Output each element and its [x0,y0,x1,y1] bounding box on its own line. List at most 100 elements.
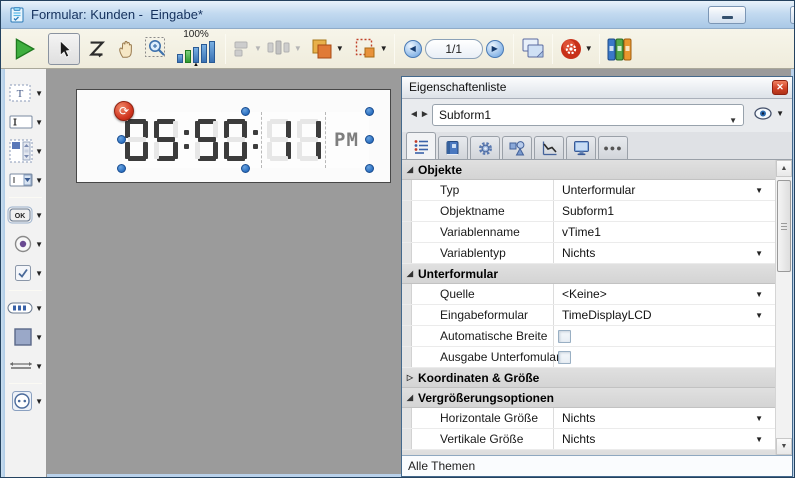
scroll-down-arrow[interactable]: ▼ [776,438,792,455]
selection-handle-right[interactable] [365,135,374,144]
expand-icon[interactable]: ▷ [402,373,418,382]
chevron-down-icon[interactable]: ▼ [755,414,763,423]
property-value[interactable]: Nichts [562,429,595,450]
tab-chart[interactable] [534,136,564,159]
segmented-tool-dropdown-arrow[interactable]: ▼ [35,304,43,313]
maximize-button[interactable] [790,6,795,24]
sidebar-item-text-field-tool[interactable]: ▼ [7,109,46,135]
property-value[interactable]: vTime1 [562,222,601,243]
prev-next-object-arrows[interactable]: ◄► [409,109,431,120]
selection-handle-bottom-right[interactable] [365,164,374,173]
tab-settings[interactable] [470,136,500,159]
section-header-objekte[interactable]: ◢Objekte [402,160,775,180]
section-header-vergr-erungsoptionen[interactable]: ◢Vergrößerungsoptionen [402,388,775,408]
options-button[interactable] [559,33,583,65]
page-indicator[interactable]: 1/1 [425,39,483,59]
minimize-button[interactable] [708,6,746,24]
prev-page-button[interactable]: ◀ [404,40,422,58]
options-dropdown-arrow[interactable]: ▼ [585,44,593,53]
tab-shapes[interactable] [502,136,532,159]
chevron-down-icon[interactable]: ▼ [755,311,763,320]
run-button[interactable] [11,33,37,65]
chevron-down-icon[interactable]: ▼ [755,249,763,258]
collapse-icon[interactable]: ◢ [402,393,418,402]
tab-book[interactable] [438,136,468,159]
help-library-button[interactable] [606,33,634,65]
selection-handle-top-right[interactable] [365,107,374,116]
property-row-quelle[interactable]: Quelle<Keine>▼ [402,284,775,305]
property-row-typ[interactable]: TypUnterformular▼ [402,180,775,201]
property-value[interactable]: TimeDisplayLCD [562,305,652,326]
tab-properties-list[interactable] [406,132,436,159]
checkbox-tool-dropdown-arrow[interactable]: ▼ [35,269,43,278]
tab-more[interactable]: ●●● [598,136,628,159]
chevron-down-icon[interactable]: ▼ [755,186,763,195]
selection-handle-bottom-left[interactable] [117,164,126,173]
tab-order-button[interactable] [83,33,111,65]
selection-mode-button[interactable] [354,33,378,65]
combo-box-tool-dropdown-arrow[interactable]: ▼ [35,176,43,185]
tab-display[interactable] [566,136,596,159]
sidebar-item-line-tool[interactable]: ▼ [7,353,46,379]
scroll-up-arrow[interactable]: ▲ [776,160,792,177]
radio-button-tool-dropdown-arrow[interactable]: ▼ [35,240,43,249]
grid-scrollbar[interactable]: ▲ ▼ [775,160,792,455]
sidebar-item-radio-button-tool[interactable]: ▼ [7,231,46,257]
bring-to-front-dropdown-arrow[interactable]: ▼ [336,44,344,53]
label-tool-dropdown-arrow[interactable]: ▼ [35,89,43,98]
property-value[interactable]: Nichts [562,408,595,429]
object-selector-combo[interactable]: Subform1 ▼ [432,104,744,126]
rectangle-tool-dropdown-arrow[interactable]: ▼ [35,333,43,342]
property-row-eingabeformular[interactable]: EingabeformularTimeDisplayLCD▼ [402,305,775,326]
selection-handle-bottom[interactable] [241,164,250,173]
property-value[interactable]: Unterformular [562,180,635,201]
close-icon[interactable]: ✕ [772,80,788,95]
checkbox-ausgabe-unterfomular[interactable] [558,351,571,364]
sidebar-item-button-tool[interactable]: OK ▼ [7,202,46,228]
sidebar-item-subform-tool[interactable]: ▼ [7,388,46,414]
sidebar-item-label-tool[interactable]: T ▼ [7,80,46,106]
window-layers-button[interactable] [520,33,546,65]
property-row-variablenname[interactable]: VariablennamevTime1 [402,222,775,243]
subform-tool-dropdown-arrow[interactable]: ▼ [35,397,43,406]
chevron-down-icon[interactable]: ▼ [755,290,763,299]
select-tool-button[interactable] [48,33,80,65]
property-value[interactable]: <Keine> [562,284,607,305]
list-box-tool-dropdown-arrow[interactable]: ▼ [35,147,43,156]
pan-button[interactable] [111,33,141,65]
properties-panel-header[interactable]: Eigenschaftenliste ✕ [402,77,792,99]
checkbox-automatische-breite[interactable] [558,330,571,343]
property-row-objektname[interactable]: ObjektnameSubform1 [402,201,775,222]
bring-to-front-button[interactable] [310,33,334,65]
button-tool-dropdown-arrow[interactable]: ▼ [35,211,43,220]
text-field-tool-dropdown-arrow[interactable]: ▼ [35,118,43,127]
sidebar-item-list-box-tool[interactable]: ▼ [7,138,46,164]
section-header-unterformular[interactable]: ◢Unterformular [402,264,775,284]
selection-mode-dropdown-arrow[interactable]: ▼ [380,44,388,53]
sidebar-item-combo-box-tool[interactable]: ▼ [7,167,46,193]
selection-handle-left[interactable] [117,135,126,144]
visibility-filter-button[interactable]: ▼ [754,107,784,120]
scroll-thumb[interactable] [777,180,791,272]
section-header-koordinaten-gr-e[interactable]: ▷Koordinaten & Größe [402,368,775,388]
line-tool-dropdown-arrow[interactable]: ▼ [35,362,43,371]
sidebar-item-rectangle-tool[interactable]: ▼ [7,324,46,350]
zoom-level-control[interactable]: 100% ▲ [177,30,215,68]
sidebar-item-checkbox-tool[interactable]: ▼ [7,260,46,286]
collapse-icon[interactable]: ◢ [402,165,418,174]
form-page[interactable]: PM ⟳ [76,89,391,183]
property-value[interactable]: Nichts [562,243,595,264]
sidebar-item-segmented-tool[interactable]: ▼ [7,295,46,321]
property-value[interactable]: Subform1 [562,201,614,222]
property-row-vertikale-gr-e[interactable]: Vertikale GrößeNichts▼ [402,429,775,450]
property-row-horizontale-gr-e[interactable]: Horizontale GrößeNichts▼ [402,408,775,429]
next-page-button[interactable]: ▶ [486,40,504,58]
property-row-ausgabe-unterfomular[interactable]: Ausgabe Unterfomular [402,347,775,368]
property-row-automatische-breite[interactable]: Automatische Breite [402,326,775,347]
zoom-tool-button[interactable] [141,33,173,65]
collapse-icon[interactable]: ◢ [402,269,418,278]
selection-handle-top[interactable] [241,107,250,116]
chevron-down-icon[interactable]: ▼ [755,435,763,444]
subform-clock-widget[interactable]: PM ⟳ [122,112,369,168]
property-row-variablentyp[interactable]: VariablentypNichts▼ [402,243,775,264]
